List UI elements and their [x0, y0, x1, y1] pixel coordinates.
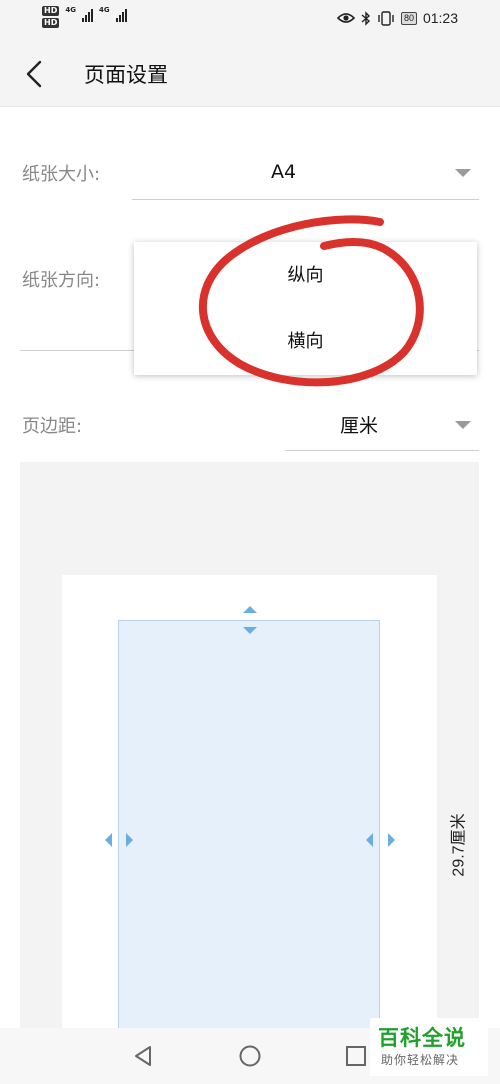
- hd-badge: HD: [42, 18, 60, 28]
- app-header: 页面设置: [0, 40, 500, 107]
- vibrate-icon: [378, 10, 394, 26]
- orientation-option-portrait[interactable]: 纵向: [134, 243, 477, 309]
- margin-unit-select[interactable]: 厘米: [285, 400, 479, 451]
- paper-height-label: 29.7厘米: [437, 805, 477, 885]
- hd-stack: HD HD: [42, 6, 60, 28]
- battery-icon: 80: [400, 11, 417, 25]
- status-bar: HD HD 4G 4G 80 01:23: [0, 0, 500, 40]
- signal-icon: [115, 8, 127, 22]
- paper-size-select[interactable]: A4: [132, 148, 479, 200]
- dropdown-caret-icon: [455, 169, 471, 177]
- paper-size-label: 纸张大小:: [22, 164, 101, 185]
- right-margin-left-handle[interactable]: [366, 833, 373, 847]
- paper-size-value: A4: [271, 161, 297, 183]
- margin-unit-value: 厘米: [340, 415, 379, 437]
- nav-recents-icon[interactable]: [342, 1042, 370, 1070]
- watermark-subtitle: 助你轻松解决: [381, 1053, 460, 1067]
- top-margin-down-handle[interactable]: [243, 627, 257, 634]
- eye-icon: [336, 13, 355, 23]
- nav-home-icon[interactable]: [236, 1042, 264, 1070]
- network-type: 4G: [65, 6, 76, 14]
- watermark-title: 百科全说: [378, 1026, 466, 1050]
- left-margin-left-handle[interactable]: [105, 833, 112, 847]
- signal-icon: [81, 8, 93, 22]
- orientation-option-landscape[interactable]: 横向: [134, 309, 477, 375]
- watermark-logo: 百科全说 助你轻松解决: [370, 1018, 488, 1076]
- clock: 01:23: [422, 10, 458, 26]
- left-margin-right-handle[interactable]: [126, 833, 133, 847]
- orientation-label: 纸张方向:: [22, 270, 101, 291]
- top-margin-up-handle[interactable]: [243, 606, 257, 613]
- back-button[interactable]: [18, 56, 54, 92]
- nav-back-icon[interactable]: [130, 1042, 158, 1070]
- screen: HD HD 4G 4G 80 01:23 页面设置 纸张大小: A4 纸张方向:…: [0, 0, 500, 1084]
- hd-badge: HD: [42, 6, 60, 16]
- status-right: 80 01:23: [336, 10, 458, 26]
- orientation-dropdown: 纵向 横向: [134, 242, 477, 375]
- chevron-left-icon: [26, 60, 42, 88]
- printable-area: [118, 620, 380, 1084]
- right-margin-right-handle[interactable]: [388, 833, 395, 847]
- paper-height-text: 29.7厘米: [451, 813, 468, 877]
- network-type: 4G: [98, 6, 110, 14]
- margins-label: 页边距:: [22, 416, 83, 437]
- bluetooth-icon: [361, 10, 370, 26]
- dropdown-caret-icon: [455, 421, 471, 429]
- status-left: HD HD 4G 4G: [42, 6, 127, 28]
- page-title: 页面设置: [84, 63, 168, 87]
